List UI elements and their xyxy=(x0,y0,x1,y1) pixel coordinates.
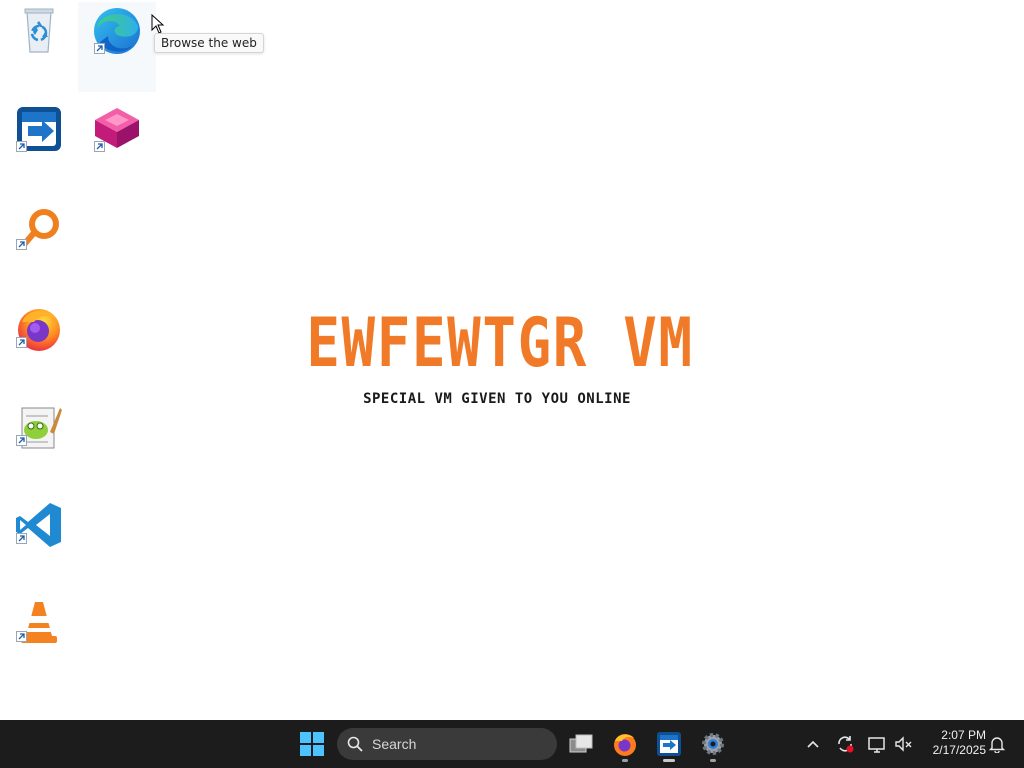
shortcut-arrow-icon xyxy=(16,533,27,544)
sync-icon xyxy=(838,736,854,753)
start-button[interactable] xyxy=(292,724,332,764)
edge-tooltip: Browse the web xyxy=(154,33,264,53)
desktop-icon-recycle-bin[interactable] xyxy=(0,0,78,82)
settings-gear-icon xyxy=(702,733,724,755)
shortcut-arrow-icon xyxy=(16,435,27,446)
taskbar-clock[interactable]: 2:07 PM 2/17/2025 xyxy=(920,728,986,758)
search-icon xyxy=(347,736,363,752)
running-indicator xyxy=(710,759,716,762)
desktop-icon-vlc-media-player[interactable] xyxy=(0,594,78,676)
desktop-icon-search-magnifier-app[interactable] xyxy=(0,200,78,282)
taskbar-settings[interactable] xyxy=(693,724,733,764)
taskbar-remote-desktop[interactable] xyxy=(649,724,689,764)
shortcut-arrow-icon xyxy=(16,631,27,642)
desktop-icon-firefox[interactable] xyxy=(0,300,78,382)
shortcut-arrow-icon xyxy=(16,337,27,348)
taskbar-firefox[interactable] xyxy=(605,724,645,764)
show-hidden-icons-button[interactable] xyxy=(799,728,827,760)
taskbar-search[interactable]: Search xyxy=(337,728,557,760)
volume-muted-icon xyxy=(895,736,912,752)
tray-network[interactable] xyxy=(863,728,891,760)
notifications-button[interactable] xyxy=(983,728,1011,760)
running-indicator xyxy=(622,759,628,762)
task-view-icon xyxy=(569,734,593,753)
wallpaper-subtitle: SPECIAL VM GIVEN TO YOU ONLINE xyxy=(363,391,631,407)
recycle-bin-icon xyxy=(24,8,54,53)
shortcut-arrow-icon xyxy=(16,239,27,250)
desktop-icon-notepad-plus-plus[interactable] xyxy=(0,398,78,480)
clock-time: 2:07 PM xyxy=(941,728,986,742)
display-icon xyxy=(868,737,885,753)
mouse-cursor-icon xyxy=(151,14,165,34)
chevron-up-icon xyxy=(807,740,819,748)
clock-date: 2/17/2025 xyxy=(932,743,986,757)
windows-start-icon xyxy=(300,732,324,756)
shortcut-arrow-icon xyxy=(94,141,105,152)
tray-volume[interactable] xyxy=(889,728,917,760)
remote-desktop-icon xyxy=(657,732,681,756)
task-view-button[interactable] xyxy=(561,724,601,764)
firefox-icon xyxy=(614,734,636,756)
shortcut-arrow-icon xyxy=(16,141,27,152)
running-indicator xyxy=(663,759,675,762)
desktop-icon-pink-cube-app[interactable] xyxy=(78,100,156,182)
bell-icon xyxy=(988,737,1006,753)
tray-sync[interactable] xyxy=(831,728,859,760)
desktop-icon-remote-desktop-app[interactable] xyxy=(0,100,78,182)
search-label: Search xyxy=(372,736,417,752)
wallpaper-title: EWFEWTGR VM xyxy=(306,304,694,383)
desktop-icon-microsoft-edge[interactable] xyxy=(78,2,156,92)
shortcut-arrow-icon xyxy=(94,43,105,54)
desktop-icon-visual-studio-code[interactable] xyxy=(0,496,78,578)
